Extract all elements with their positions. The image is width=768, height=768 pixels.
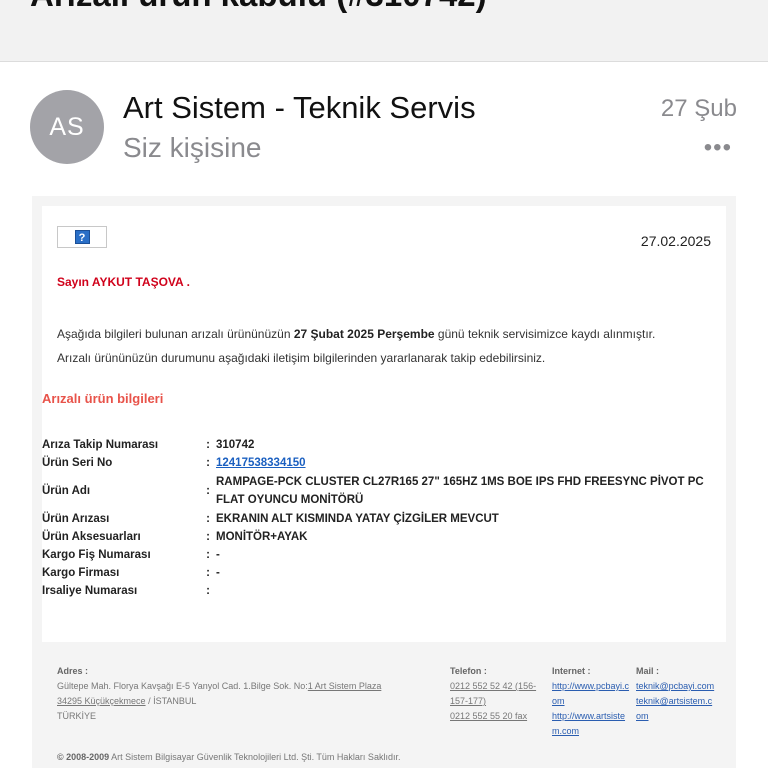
info-label: Ürün Aksesuarları bbox=[42, 531, 141, 543]
tracking-number: 310742 bbox=[216, 439, 255, 451]
info-row: Kargo Firması : - bbox=[42, 564, 726, 582]
mail-date: 27.02.2025 bbox=[640, 233, 711, 249]
p1-text: Aşağıda bilgileri bulunan arızalı ürünün… bbox=[57, 327, 294, 341]
info-row: Ürün Adı : RAMPAGE-PCK CLUSTER CL27R165 … bbox=[42, 472, 726, 510]
info-label: Irsaliye Numarası bbox=[42, 585, 138, 597]
address-line-1: Gültepe Mah. Florya Kavşağı E-5 Yanyol C… bbox=[57, 679, 437, 694]
info-colon: : bbox=[206, 439, 210, 451]
subject-bar: Arızalı ürün kabulü (#310742) bbox=[0, 0, 768, 62]
more-options-icon[interactable]: ••• bbox=[704, 134, 732, 162]
info-colon: : bbox=[206, 585, 210, 597]
copyright-years: © 2008-2009 bbox=[57, 752, 110, 762]
serial-number-cell: 12417538334150 bbox=[216, 454, 726, 472]
info-colon: : bbox=[206, 531, 210, 543]
address-title: Adres : bbox=[57, 666, 89, 676]
product-accessories: MONİTÖR+AYAK bbox=[216, 531, 308, 543]
info-label: Ürün Arızası bbox=[42, 513, 110, 525]
email-link[interactable]: teknik@pcbayi.com bbox=[636, 681, 714, 691]
email-card: ? 27.02.2025 Sayın AYKUT TAŞOVA . Aşağıd… bbox=[42, 206, 726, 642]
sender-avatar[interactable]: AS bbox=[30, 90, 104, 164]
recipient-line[interactable]: Siz kişisine bbox=[123, 132, 261, 164]
address-text: / İSTANBUL bbox=[145, 696, 197, 706]
question-icon: ? bbox=[74, 230, 90, 244]
mail-title: Mail : bbox=[636, 666, 660, 676]
footer-address: Adres : Gültepe Mah. Florya Kavşağı E-5 … bbox=[57, 664, 437, 724]
broken-image-icon: ? bbox=[57, 226, 107, 248]
info-label: Arıza Takip Numarası bbox=[42, 439, 159, 451]
copyright: © 2008-2009 Art Sistem Bilgisayar Güvenl… bbox=[57, 752, 400, 762]
internet-title: Internet : bbox=[552, 666, 591, 676]
email-link[interactable]: teknik@artsistem.com bbox=[636, 696, 712, 721]
footer-internet: Internet : http://www.pcbayi.com http://… bbox=[552, 664, 634, 739]
info-colon: : bbox=[206, 485, 210, 497]
phone-title: Telefon : bbox=[450, 666, 487, 676]
website-link[interactable]: http://www.pcbayi.com bbox=[552, 681, 629, 706]
info-colon: : bbox=[206, 457, 210, 469]
address-line-3: TÜRKİYE bbox=[57, 711, 97, 721]
paragraph-1: Aşağıda bilgileri bulunan arızalı ürünün… bbox=[57, 322, 727, 346]
info-row: Irsaliye Numarası : bbox=[42, 582, 726, 600]
cargo-company: - bbox=[216, 567, 220, 579]
website-link[interactable]: http://www.artsistem.com bbox=[552, 711, 625, 736]
section-title: Arızalı ürün bilgileri bbox=[42, 391, 164, 406]
info-row: Ürün Arızası : EKRANIN ALT KISMINDA YATA… bbox=[42, 510, 726, 528]
serial-number-link[interactable]: 12417538334150 bbox=[216, 457, 306, 469]
email-subject: Arızalı ürün kabulü (#310742) bbox=[30, 0, 487, 14]
info-row: Ürün Seri No : 12417538334150 bbox=[42, 454, 726, 472]
info-label: Kargo Fiş Numarası bbox=[42, 549, 151, 561]
info-colon: : bbox=[206, 549, 210, 561]
footer-phone: Telefon : 0212 552 52 42 (156-157-177) 0… bbox=[450, 664, 550, 724]
info-label: Kargo Firması bbox=[42, 567, 120, 579]
address-text: Gültepe Mah. Florya Kavşağı E-5 Yanyol C… bbox=[57, 681, 308, 691]
message-date: 27 Şub bbox=[660, 95, 737, 122]
internet-link-1-wrap: http://www.pcbayi.com bbox=[552, 679, 634, 709]
footer-mail: Mail : teknik@pcbayi.com teknik@artsiste… bbox=[636, 664, 716, 724]
product-fault: EKRANIN ALT KISMINDA YATAY ÇİZGİLER MEVC… bbox=[216, 513, 499, 525]
internet-link-2-wrap: http://www.artsistem.com bbox=[552, 709, 634, 739]
sender-name[interactable]: Art Sistem - Teknik Servis bbox=[123, 90, 476, 126]
product-info-table: Arıza Takip Numarası : 310742 Ürün Seri … bbox=[42, 436, 726, 600]
info-label: Ürün Adı bbox=[42, 485, 91, 497]
p1-text-end: günü teknik servisimizce kaydı alınmıştı… bbox=[434, 327, 656, 341]
paragraph-2: Arızalı ürününüzün durumunu aşağıdaki il… bbox=[57, 351, 546, 365]
info-colon: : bbox=[206, 567, 210, 579]
address-link[interactable]: 1 Art Sistem Plaza bbox=[308, 681, 382, 691]
mail-link-1-wrap: teknik@pcbayi.com bbox=[636, 679, 716, 694]
fax-link[interactable]: 0212 552 55 20 fax bbox=[450, 709, 550, 724]
info-colon: : bbox=[206, 513, 210, 525]
email-body: ? 27.02.2025 Sayın AYKUT TAŞOVA . Aşağıd… bbox=[32, 196, 736, 768]
body-paragraph: Aşağıda bilgileri bulunan arızalı ürünün… bbox=[57, 322, 727, 370]
copyright-text: Art Sistem Bilgisayar Güvenlik Teknoloji… bbox=[109, 752, 401, 762]
mail-link-2-wrap: teknik@artsistem.com bbox=[636, 694, 716, 724]
registration-date: 27 Şubat 2025 Perşembe bbox=[293, 327, 435, 341]
address-line-2: 34295 Küçükçekmece / İSTANBUL bbox=[57, 694, 437, 709]
product-name: RAMPAGE-PCK CLUSTER CL27R165 27" 165HZ 1… bbox=[216, 476, 704, 506]
phone-link[interactable]: 0212 552 52 42 (156-157-177) bbox=[450, 679, 550, 709]
address-link[interactable]: 34295 Küçükçekmece bbox=[57, 696, 146, 706]
cargo-receipt-number: - bbox=[216, 549, 220, 561]
greeting: Sayın AYKUT TAŞOVA . bbox=[57, 275, 190, 289]
info-row: Arıza Takip Numarası : 310742 bbox=[42, 436, 726, 454]
info-row: Kargo Fiş Numarası : - bbox=[42, 546, 726, 564]
info-label: Ürün Seri No bbox=[42, 457, 113, 469]
info-row: Ürün Aksesuarları : MONİTÖR+AYAK bbox=[42, 528, 726, 546]
